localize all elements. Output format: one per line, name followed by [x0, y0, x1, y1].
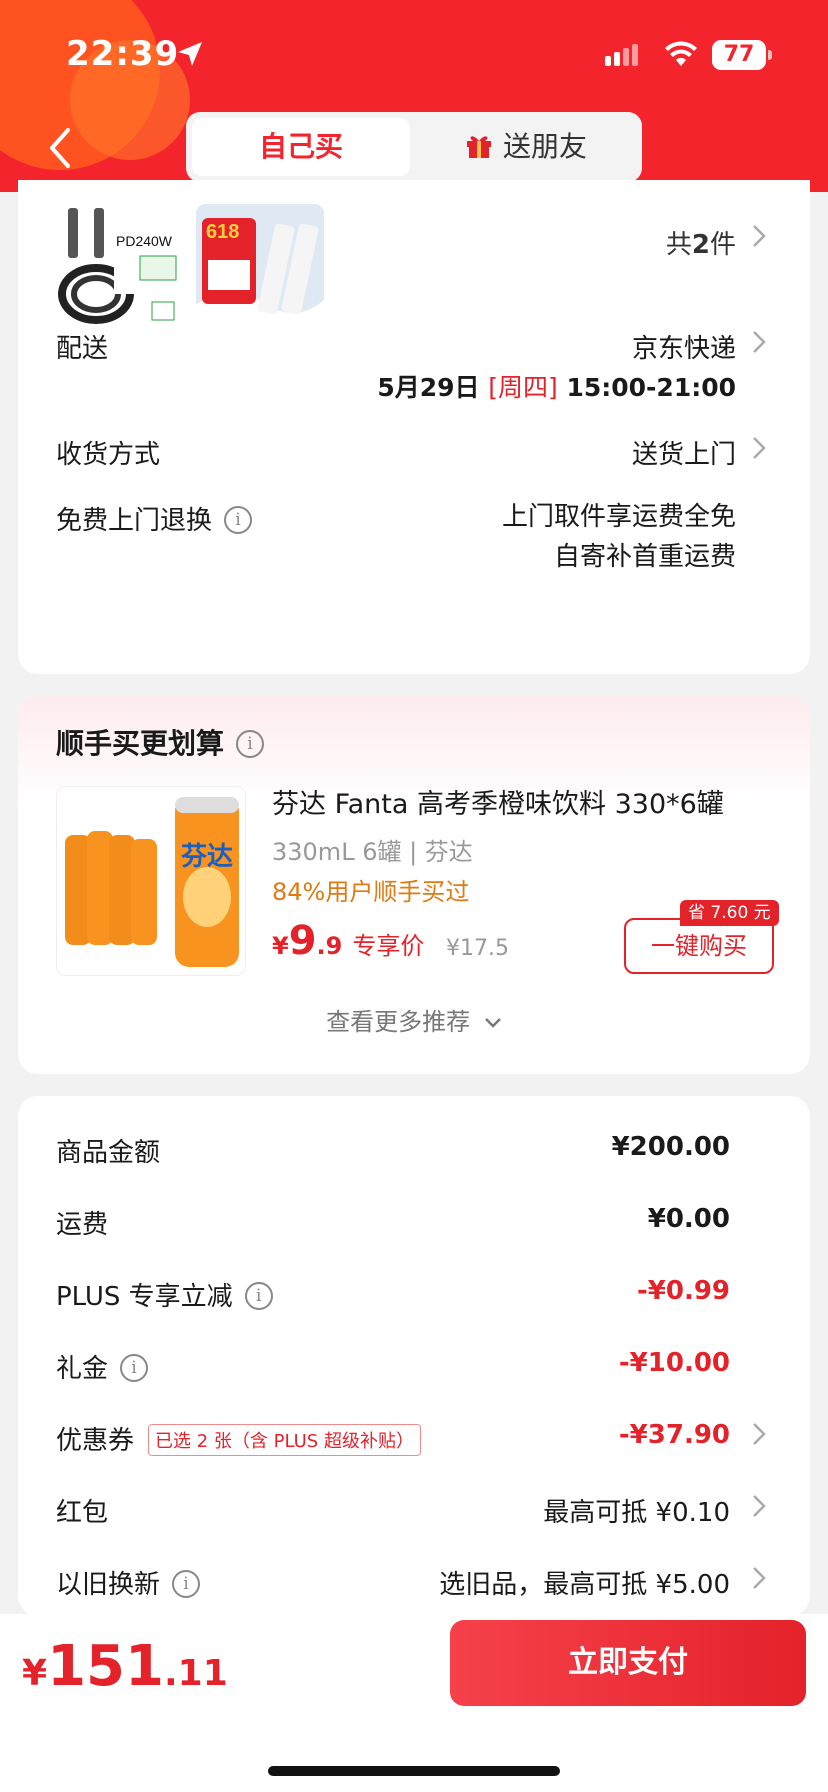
shipping-label: 运费: [56, 1210, 109, 1240]
trade-in-value[interactable]: 选旧品，最高可抵 ¥5.00: [439, 1564, 730, 1601]
shipping-value: ¥0.00: [647, 1204, 730, 1234]
price-symbol: ¥: [272, 932, 289, 960]
recommend-title: 顺手买更划算 i: [56, 722, 265, 762]
free-return-line2: 自寄补首重运费: [553, 542, 736, 572]
receive-method-label: 收货方式: [56, 440, 161, 470]
item-count-prefix: 共: [665, 230, 692, 260]
tab-send-to-friend-label: 送朋友: [502, 130, 587, 163]
promo-product-icon: 618: [196, 204, 324, 332]
chevron-right-icon[interactable]: [752, 1566, 766, 1590]
chevron-right-icon[interactable]: [752, 224, 766, 248]
recommend-buyers-stat: 84%用户顺手买过: [272, 878, 470, 906]
free-return-label: 免费上门退换: [56, 506, 213, 536]
delivery-time[interactable]: 5月29日 [周四] 15:00-21:00: [377, 368, 736, 404]
gift-money-row: 礼金 i: [56, 1348, 149, 1385]
receive-method-value[interactable]: 送货上门: [632, 434, 736, 471]
recommend-product-spec: 330mL 6罐 | 芬达: [272, 838, 473, 866]
recommend-price: ¥9.9 专享价: [272, 918, 424, 964]
cable-product-icon: PD240W: [56, 204, 184, 332]
wifi-icon: [665, 41, 697, 66]
plus-discount-row: PLUS 专享立减 i: [56, 1276, 273, 1313]
item-count-number: 2: [691, 230, 710, 260]
gift-icon: [466, 136, 491, 158]
battery-indicator: 77: [712, 40, 766, 70]
info-icon[interactable]: i: [224, 506, 253, 534]
coupon-row: 优惠券 已选 2 张（含 PLUS 超级补贴）: [56, 1420, 421, 1457]
chevron-right-icon[interactable]: [752, 436, 766, 460]
plus-discount-label: PLUS 专享立减: [56, 1282, 233, 1312]
total-integer: 151: [47, 1634, 164, 1699]
item-count[interactable]: 共2件: [666, 224, 736, 261]
chevron-right-icon[interactable]: [752, 330, 766, 354]
original-price: ¥17.5: [446, 936, 509, 961]
total-decimal: .11: [163, 1653, 228, 1694]
thumb-caption: PD240W: [116, 233, 173, 249]
goods-amount-label: 商品金额: [56, 1138, 161, 1168]
order-total: ¥151.11: [22, 1634, 228, 1699]
chevron-down-icon: [484, 1018, 501, 1028]
fanta-logo-text: 芬达: [181, 842, 233, 872]
gift-money-value: -¥10.00: [618, 1348, 730, 1378]
red-packet-value[interactable]: 最高可抵 ¥0.10: [543, 1492, 730, 1529]
thumb-caption: 618: [206, 221, 239, 243]
price-integer: 9: [288, 918, 317, 964]
purchase-mode-switch: 自己买 送朋友: [186, 112, 642, 182]
free-return-line1: 上门取件享运费全免: [501, 502, 736, 532]
checkout-bar: ¥151.11 立即支付: [0, 1614, 828, 1792]
plus-discount-value: -¥0.99: [636, 1276, 730, 1306]
free-return-row: 免费上门退换 i: [56, 500, 253, 537]
delivery-method[interactable]: 京东快递: [632, 328, 736, 365]
pay-now-button[interactable]: 立即支付: [450, 1620, 806, 1706]
item-count-suffix: 件: [709, 230, 736, 260]
see-more-label: 查看更多推荐: [326, 1008, 471, 1036]
recommend-card: 顺手买更划算 i 芬达 芬达 Fanta 高考季橙味饮料 330*6罐 330mL…: [18, 696, 810, 1074]
delivery-label: 配送: [56, 334, 109, 364]
tab-send-to-friend[interactable]: 送朋友: [416, 118, 636, 176]
order-info-card: PD240W 618 共2件 配送 京东快递 5月29日 [周四] 15:00-…: [18, 180, 810, 674]
coupon-value[interactable]: -¥37.90: [619, 1420, 730, 1450]
chevron-right-icon[interactable]: [752, 1494, 766, 1518]
status-bar: 22:39 77: [0, 34, 828, 78]
fanta-cans-icon: 芬达: [57, 787, 245, 975]
info-icon[interactable]: i: [172, 1570, 201, 1598]
goods-amount-value: ¥200.00: [611, 1132, 730, 1162]
trade-in-label: 以旧换新: [56, 1570, 161, 1600]
status-time: 22:39: [66, 34, 180, 74]
price-tag: 专享价: [352, 932, 425, 960]
see-more-recommend-link[interactable]: 查看更多推荐: [18, 1002, 810, 1037]
gift-money-label: 礼金: [56, 1354, 109, 1384]
delivery-weekday: [周四]: [488, 373, 558, 402]
fanta-product-image[interactable]: 芬达: [56, 786, 246, 976]
tab-buy-for-self[interactable]: 自己买: [192, 118, 410, 176]
delivery-window: 15:00-21:00: [566, 373, 736, 402]
chevron-right-icon[interactable]: [752, 1422, 766, 1446]
home-indicator[interactable]: [268, 1766, 560, 1776]
price-decimal: .9: [316, 932, 343, 960]
info-icon[interactable]: i: [236, 729, 265, 758]
info-icon[interactable]: i: [244, 1282, 273, 1310]
recommend-product-name[interactable]: 芬达 Fanta 高考季橙味饮料 330*6罐: [272, 782, 724, 821]
top-header: 22:39 77 自己买 送朋友: [0, 0, 828, 192]
save-badge: 省 7.60 元: [680, 900, 779, 926]
red-packet-label: 红包: [56, 1498, 109, 1528]
back-icon[interactable]: [44, 124, 76, 172]
product-thumbnail-promo[interactable]: 618: [196, 204, 324, 332]
trade-in-row: 以旧换新 i: [56, 1564, 201, 1601]
product-thumbnail-cable[interactable]: PD240W: [56, 204, 184, 332]
location-arrow-icon: [178, 42, 202, 66]
coupon-label: 优惠券: [56, 1426, 135, 1456]
recommend-title-text: 顺手买更划算: [56, 727, 225, 760]
delivery-date: 5月29日: [377, 373, 480, 402]
battery-tip: [768, 50, 772, 60]
coupon-selected-tag[interactable]: 已选 2 张（含 PLUS 超级补贴）: [148, 1423, 421, 1456]
total-symbol: ¥: [22, 1653, 48, 1694]
cellular-signal-icon: [605, 44, 638, 66]
one-click-buy-button[interactable]: 一键购买: [624, 918, 774, 974]
info-icon[interactable]: i: [120, 1354, 149, 1382]
price-summary-card: 商品金额 ¥200.00 运费 ¥0.00 PLUS 专享立减 i -¥0.99 …: [18, 1096, 810, 1616]
